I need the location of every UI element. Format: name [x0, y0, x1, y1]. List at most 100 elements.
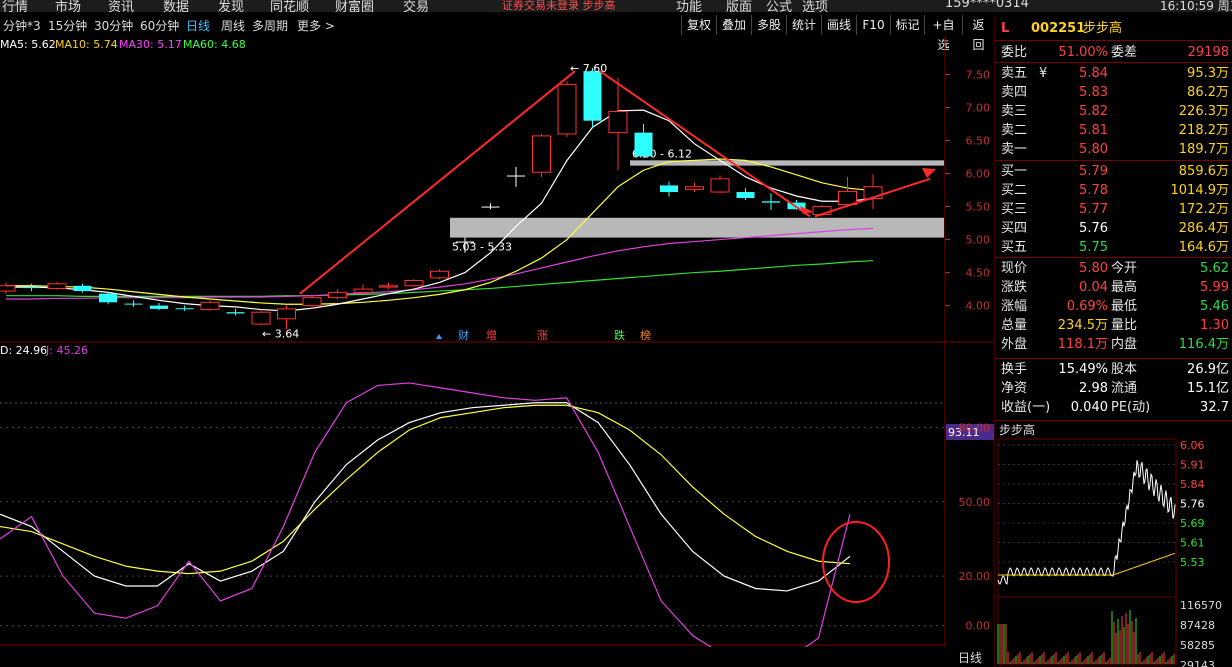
- mini-volume-tick: 116570: [1180, 599, 1222, 612]
- ask-price: 5.80: [1079, 142, 1108, 157]
- candle-body: [736, 192, 755, 198]
- fund-value: 32.7: [1200, 400, 1229, 415]
- mini-price-tick: 6.06: [1180, 439, 1205, 452]
- ma5-line: [6, 109, 874, 312]
- mini-volume-tick: 58285: [1180, 639, 1215, 652]
- stat-value: 0.04: [1079, 280, 1108, 295]
- candle-body: [0, 285, 16, 292]
- mini-price-tick: 5.61: [1180, 537, 1205, 550]
- divider: [995, 257, 1232, 258]
- mini-frame: [997, 438, 1177, 666]
- price-tick-label: 5.50: [966, 201, 991, 214]
- stat-row: 涨幅 0.69% 最低 5.46: [995, 297, 1232, 316]
- event-tag: 跌: [614, 328, 625, 342]
- stat-value: 5.80: [1079, 261, 1108, 276]
- fund-label: 流通: [1111, 381, 1138, 396]
- stat-value: 116.4万: [1178, 337, 1229, 352]
- candle-body: [328, 291, 347, 299]
- candle-body: [762, 201, 780, 203]
- bottom-bar: 日线: [0, 647, 994, 667]
- stat-label: 今开: [1111, 261, 1138, 276]
- price-tick-label: 4.00: [966, 300, 991, 313]
- bid-row: 买三 5.77 172.2万: [995, 200, 1232, 219]
- candle-body: [481, 206, 500, 208]
- quote-panel: L 002251 步步高 委比 51.00% 委差 29198 卖五 ¥5.84 9…: [994, 15, 1232, 667]
- bid-row: 买二 5.78 1014.9万: [995, 181, 1232, 200]
- intraday-mini-chart[interactable]: 6.06 5.91 5.84 5.76 5.69 5.61 5.53 116570 87428 5…: [995, 437, 1232, 667]
- fund-value: 15.1亿: [1187, 381, 1229, 396]
- bid-price: 5.78: [1079, 183, 1108, 198]
- ask-label: 卖二: [1001, 123, 1028, 138]
- price-tick-label: 7.00: [966, 102, 991, 115]
- fund-label: 收益(一): [1001, 400, 1051, 415]
- candle-body: [226, 312, 245, 314]
- bid-label: 买二: [1001, 183, 1028, 198]
- price-tick-label: 5.00: [966, 234, 991, 247]
- fund-label: 换手: [1001, 362, 1028, 377]
- price-tick-label: 4.50: [966, 267, 991, 280]
- candle-body: [47, 283, 67, 289]
- fund-label: PE(动): [1111, 400, 1151, 415]
- bid-label: 买四: [1001, 221, 1028, 236]
- stat-value: 0.69%: [1066, 299, 1108, 314]
- fund-value: 0.040: [1070, 400, 1108, 415]
- stat-label: 外盘: [1001, 337, 1028, 352]
- bid-label: 买三: [1001, 202, 1028, 217]
- commission-ratio-value: 51.00%: [1058, 45, 1108, 60]
- candle-body: [200, 301, 220, 311]
- stock-name: 步步高: [1083, 21, 1123, 36]
- stat-label: 量比: [1111, 318, 1138, 333]
- candle-body: [660, 185, 678, 193]
- ask-label: 卖三: [1001, 104, 1028, 119]
- ask-volume: 218.2万: [1178, 123, 1229, 138]
- mini-price-tick: 5.84: [1180, 478, 1205, 491]
- candle-body: [124, 303, 143, 305]
- divider: [995, 358, 1232, 359]
- divider: [995, 62, 1232, 63]
- support-zone: [450, 217, 944, 238]
- ask-volume: 86.2万: [1187, 85, 1229, 100]
- ask-price: 5.84: [1079, 66, 1108, 81]
- stat-value: 5.46: [1200, 299, 1229, 314]
- commission-diff-value: 29198: [1187, 45, 1229, 60]
- candle-body: [634, 132, 653, 157]
- trend-line-down: [599, 70, 811, 218]
- candle-body: [73, 285, 92, 292]
- mini-avg-line: [998, 552, 1176, 576]
- event-tag: 涨: [537, 329, 548, 342]
- commission-ratio-label: 委比: [1001, 45, 1028, 60]
- candle-body: [507, 175, 525, 177]
- bid-volume: 1014.9万: [1170, 183, 1230, 198]
- kdj-k-line: [0, 402, 851, 592]
- currency-icon: ¥: [1039, 66, 1048, 81]
- fund-label: 净资: [1001, 381, 1028, 396]
- arrow-head: [922, 168, 936, 178]
- kline-and-kdj-chart[interactable]: 7.507.006.506.005.505.004.504.006.20 - 6…: [0, 0, 994, 647]
- event-arrow-icon: [436, 334, 442, 339]
- stat-label: 涨幅: [1001, 299, 1028, 314]
- kdj-tick-label: 80.00: [959, 422, 991, 435]
- bottom-period-tab[interactable]: 日线: [958, 649, 982, 666]
- candle-body: [710, 178, 730, 193]
- flag-badge: L: [1001, 21, 1010, 36]
- ask-price: 5.81: [1079, 123, 1108, 138]
- fundamental-row: 换手 15.49% 股本 26.9亿: [995, 360, 1232, 379]
- ask-row: 卖四 5.83 86.2万: [995, 83, 1232, 102]
- candle-body: [353, 288, 373, 293]
- bid-price: 5.76: [1079, 221, 1108, 236]
- stat-row: 外盘 118.1万 内盘 116.4万: [995, 335, 1232, 354]
- stat-value: 118.1万: [1057, 337, 1108, 352]
- candle-body: [456, 241, 474, 243]
- ask-row: 卖二 5.81 218.2万: [995, 121, 1232, 140]
- bid-volume: 164.6万: [1178, 240, 1229, 255]
- stat-value: 5.62: [1200, 261, 1229, 276]
- candle-body: [838, 190, 857, 206]
- fund-value: 26.9亿: [1187, 362, 1229, 377]
- mini-price-tick: 5.69: [1180, 517, 1205, 530]
- divider: [995, 160, 1232, 161]
- ask-price: 5.83: [1079, 85, 1108, 100]
- stat-value: 5.99: [1200, 280, 1229, 295]
- stat-label: 最高: [1111, 280, 1138, 295]
- stat-label: 内盘: [1111, 337, 1138, 352]
- stock-code: 002251: [1031, 21, 1086, 36]
